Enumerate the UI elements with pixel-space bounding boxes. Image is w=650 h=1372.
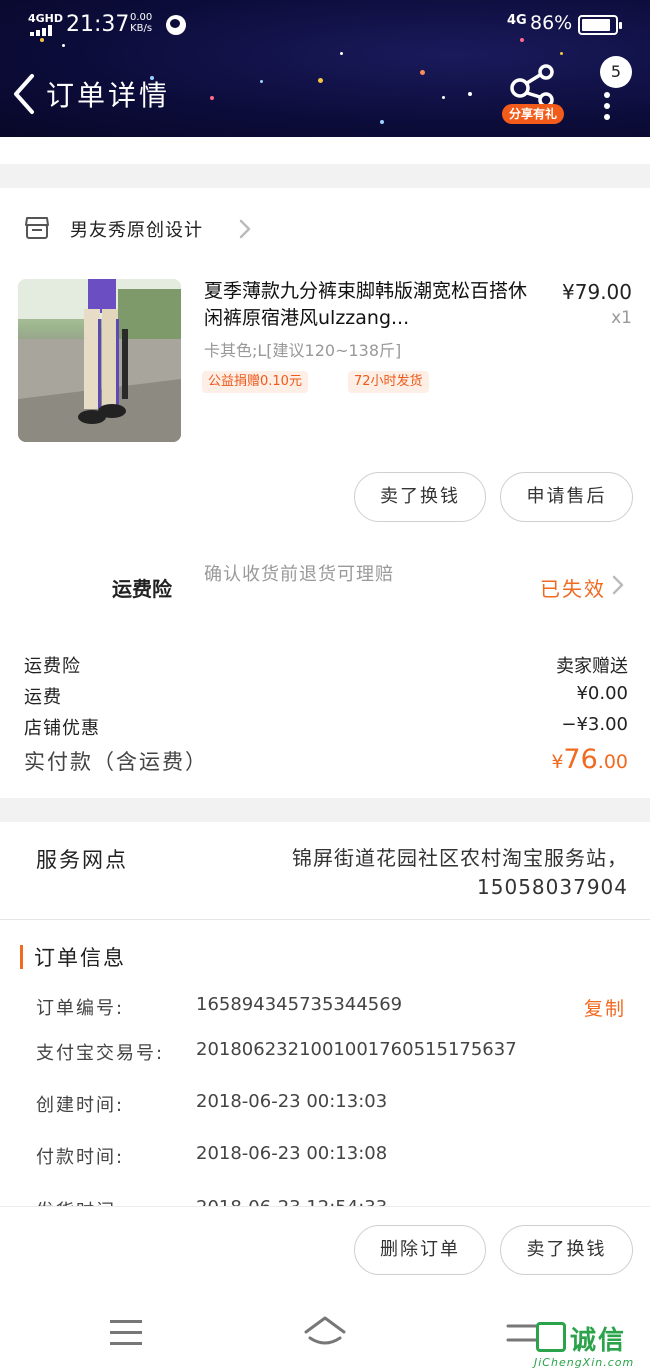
section-divider — [0, 164, 650, 188]
fee-row-shipping: 运费 ¥0.00 — [24, 683, 628, 713]
product-item[interactable]: 夏季薄款九分裤束脚韩版潮宽松百搭休闲裤原宿港风ulzzang... ¥79.00… — [0, 270, 650, 450]
order-number-row: 订单编号: 165894345735344569 复制 — [36, 994, 628, 1024]
order-info-title: 订单信息 — [34, 946, 126, 970]
star-decoration — [318, 78, 323, 83]
home-icon[interactable] — [302, 1314, 348, 1352]
status-bar: 4GHD 21:37 0.00 KB/s 4G 86% — [0, 0, 650, 50]
star-decoration — [380, 120, 384, 124]
network-speed: 0.00 KB/s — [130, 12, 152, 34]
battery-level-fill — [582, 19, 610, 31]
watermark-box-icon — [536, 1322, 566, 1352]
insurance-status[interactable]: 已失效 — [540, 573, 606, 602]
star-decoration — [560, 52, 563, 55]
created-time-row: 创建时间: 2018-06-23 00:13:03 — [36, 1091, 628, 1121]
alipay-trade-row: 支付宝交易号: 2018062321001001760515175637 — [36, 1039, 628, 1069]
signal-icon — [30, 24, 56, 36]
clock-time: 21:37 — [66, 12, 130, 37]
paid-time-label: 付款时间: — [36, 1147, 125, 1168]
total-paid-amount: ¥76.00 — [551, 744, 628, 775]
fee-row-discount: 店铺优惠 −¥3.00 — [24, 714, 628, 744]
product-photo — [18, 279, 181, 442]
watermark-sub: JiChengXin.com — [534, 1356, 635, 1369]
scroll-clipped-area: 发货时间: 2018-06-23 12:54:33 — [0, 1190, 650, 1206]
copy-order-number-button[interactable]: 复制 — [584, 994, 626, 1021]
total-paid-label: 实付款（含运费） — [24, 750, 208, 774]
watermark-text: 诚信 — [570, 1326, 627, 1356]
chevron-right-icon — [612, 575, 624, 595]
app-header: 4GHD 21:37 0.00 KB/s 4G 86% 订单详情 分享有礼 5 — [0, 0, 650, 137]
star-decoration — [260, 80, 263, 83]
sell-exchange-bottom-button[interactable]: 卖了换钱 — [500, 1225, 633, 1275]
more-menu-button[interactable] — [598, 90, 616, 120]
network-speed-value: 0.00 — [130, 12, 153, 23]
chevron-left-icon — [14, 74, 34, 114]
battery-percent: 86% — [530, 12, 573, 34]
shipped-time-label: 发货时间: — [36, 1197, 124, 1206]
product-title[interactable]: 夏季薄款九分裤束脚韩版潮宽松百搭休闲裤原宿港风ulzzang... — [204, 278, 534, 332]
service-point-label: 服务网点 — [36, 848, 128, 872]
more-dot — [604, 114, 610, 120]
shop-row[interactable]: 男友秀原创设计 — [0, 200, 650, 260]
fee-value: 卖家赠送 — [556, 656, 628, 677]
order-number-value: 165894345735344569 — [196, 994, 403, 1015]
created-time-label: 创建时间: — [36, 1095, 125, 1116]
watermark-logo: 诚信 JiChengXin.com — [534, 1320, 650, 1372]
more-dot — [604, 103, 610, 109]
network-speed-unit: KB/s — [130, 23, 153, 34]
order-number-label: 订单编号: — [36, 998, 125, 1019]
shop-name[interactable]: 男友秀原创设计 — [70, 216, 203, 242]
fee-label: 店铺优惠 — [24, 718, 100, 739]
fee-value: ¥0.00 — [576, 683, 628, 704]
back-button[interactable] — [8, 70, 44, 118]
star-decoration — [340, 52, 343, 55]
insurance-label: 运费险 — [112, 577, 172, 601]
battery-icon — [578, 15, 622, 35]
total-decimal: .00 — [597, 751, 628, 773]
star-decoration — [210, 96, 214, 100]
product-thumbnail[interactable] — [18, 279, 181, 442]
total-currency: ¥ — [551, 751, 564, 773]
delete-order-button[interactable]: 删除订单 — [354, 1225, 486, 1275]
share-reward-label[interactable]: 分享有礼 — [502, 104, 564, 124]
globe-icon — [166, 15, 186, 35]
after-sale-button[interactable]: 申请售后 — [500, 472, 633, 522]
alipay-trade-label: 支付宝交易号: — [36, 1043, 165, 1064]
page-title: 订单详情 — [46, 79, 171, 112]
charity-tag: 公益捐赠0.10元 — [202, 371, 308, 393]
product-sku: 卡其色;L[建议120~138斤] — [204, 341, 402, 360]
fee-label: 运费 — [24, 687, 62, 708]
service-point-value: 锦屏街道花园社区农村淘宝服务站，15058037904 — [292, 846, 628, 899]
fee-value: −¥3.00 — [561, 714, 628, 735]
more-dot — [604, 92, 610, 98]
network-type-right: 4G — [507, 13, 527, 28]
section-accent-bar — [20, 945, 23, 969]
shipping-tag: 72小时发货 — [348, 371, 429, 393]
fee-row-insurance: 运费险 卖家赠送 — [24, 652, 628, 682]
message-count-badge[interactable]: 5 — [600, 56, 632, 88]
alipay-trade-value: 2018062321001001760515175637 — [196, 1039, 517, 1060]
sell-exchange-button[interactable]: 卖了换钱 — [354, 472, 486, 522]
star-decoration — [420, 70, 425, 75]
star-decoration — [468, 92, 472, 96]
total-paid-row: 实付款（含运费） ¥76.00 — [24, 744, 628, 780]
total-integer: 76 — [563, 744, 598, 775]
share-icon — [510, 64, 554, 108]
fee-label: 运费险 — [24, 656, 81, 677]
created-time-value: 2018-06-23 00:13:03 — [196, 1091, 388, 1112]
chevron-right-icon — [239, 219, 251, 239]
paid-time-row: 付款时间: 2018-06-23 00:13:08 — [36, 1143, 628, 1173]
paid-time-value: 2018-06-23 00:13:08 — [196, 1143, 388, 1164]
service-point-row: 服务网点 锦屏街道花园社区农村淘宝服务站，15058037904 — [0, 822, 650, 920]
product-quantity: x1 — [611, 308, 632, 328]
store-icon — [25, 217, 49, 239]
shipped-time-value: 2018-06-23 12:54:33 — [196, 1197, 387, 1206]
insurance-description: 确认收货前退货可理赔 — [204, 564, 394, 585]
star-decoration — [442, 96, 445, 99]
section-divider — [0, 798, 650, 822]
menu-icon[interactable] — [110, 1320, 144, 1346]
shipping-insurance-row[interactable]: 运费险 确认收货前退货可理赔 已失效 — [0, 555, 650, 621]
shipped-time-row: 发货时间: 2018-06-23 12:54:33 — [36, 1197, 628, 1206]
product-price: ¥79.00 — [562, 280, 632, 304]
